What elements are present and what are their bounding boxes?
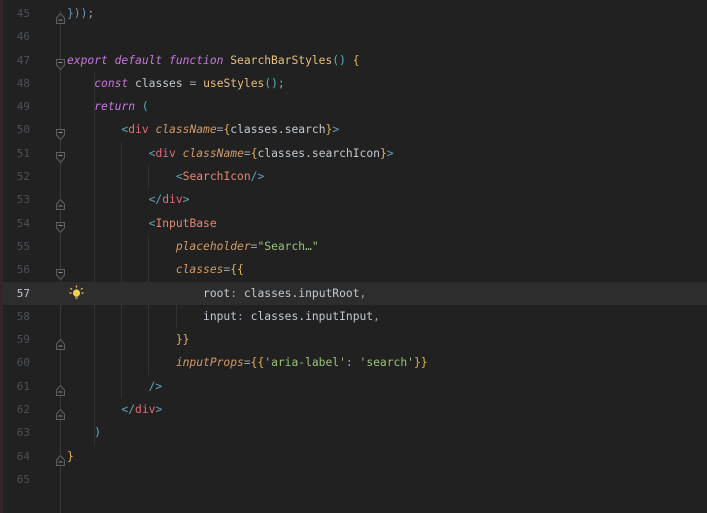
code-text[interactable]: root: classes.inputRoot, <box>67 282 366 305</box>
code-line[interactable]: 63 ) <box>0 421 707 444</box>
code-line[interactable]: 57 root: classes.inputRoot, <box>0 281 707 305</box>
code-text[interactable]: }} <box>67 328 190 351</box>
fold-end-icon[interactable] <box>55 450 66 467</box>
code-editor[interactable]: 45})); 46 47 export default function Search… <box>0 0 707 513</box>
code-line[interactable]: 52 <SearchIcon/> <box>0 165 707 188</box>
code-line[interactable]: 51 <div className={classes.searchIcon}> <box>0 142 707 165</box>
code-text[interactable]: placeholder="Search…" <box>67 235 319 258</box>
fold-expanded-icon[interactable] <box>55 217 66 234</box>
code-line[interactable]: 53 </div> <box>0 188 707 211</box>
code-line[interactable]: 60 inputProps={{'aria-label': 'search'}} <box>0 351 707 374</box>
line-number[interactable]: 59 <box>0 328 30 351</box>
line-number[interactable]: 45 <box>0 2 30 25</box>
line-number[interactable]: 51 <box>0 142 30 165</box>
code-line[interactable]: 49 return ( <box>0 95 707 118</box>
line-number[interactable]: 60 <box>0 351 30 374</box>
code-text[interactable]: export default function SearchBarStyles(… <box>67 49 360 72</box>
left-edge-stripe <box>0 0 3 513</box>
code-line[interactable]: 56 classes={{ <box>0 258 707 281</box>
code-text[interactable]: /> <box>67 375 163 398</box>
code-text[interactable]: <div className={classes.searchIcon}> <box>67 142 394 165</box>
fold-expanded-icon[interactable] <box>55 147 66 164</box>
line-number[interactable]: 61 <box>0 375 30 398</box>
fold-end-icon[interactable] <box>55 334 66 350</box>
line-number[interactable]: 46 <box>0 25 30 48</box>
code-text[interactable]: input: classes.inputInput, <box>67 305 380 328</box>
code-line[interactable]: 59 }} <box>0 328 707 351</box>
line-number[interactable]: 49 <box>0 95 30 118</box>
code-line[interactable]: 45})); <box>0 2 707 25</box>
line-number[interactable]: 52 <box>0 165 30 188</box>
fold-end-icon[interactable] <box>55 194 66 210</box>
code-text[interactable]: <SearchIcon/> <box>67 165 264 188</box>
line-number[interactable]: 57 <box>0 282 30 305</box>
line-number[interactable]: 55 <box>0 235 30 258</box>
fold-end-icon[interactable] <box>55 8 66 24</box>
code-text[interactable]: <div className={classes.search}> <box>67 118 339 141</box>
code-line[interactable]: 50 <div className={classes.search}> <box>0 118 707 141</box>
line-number[interactable]: 58 <box>0 305 30 328</box>
fold-end-icon[interactable] <box>55 380 66 397</box>
code-line[interactable]: 64} <box>0 445 707 468</box>
code-line[interactable]: 48 const classes = useStyles(); <box>0 72 707 95</box>
line-number[interactable]: 64 <box>0 445 30 468</box>
fold-expanded-icon[interactable] <box>55 264 66 281</box>
editor-lines: 45})); 46 47 export default function Search… <box>0 2 707 491</box>
line-number[interactable]: 50 <box>0 118 30 141</box>
code-line[interactable]: 58 input: classes.inputInput, <box>0 305 707 328</box>
code-text[interactable]: })); <box>67 2 94 25</box>
code-line[interactable]: 54 <InputBase <box>0 212 707 235</box>
line-number[interactable]: 53 <box>0 188 30 211</box>
fold-end-icon[interactable] <box>55 404 66 420</box>
code-text[interactable]: <InputBase <box>67 212 217 235</box>
code-line[interactable]: 47 export default function SearchBarStyle… <box>0 49 707 72</box>
line-number[interactable]: 63 <box>0 421 30 444</box>
code-text[interactable]: classes={{ <box>67 258 244 281</box>
line-number[interactable]: 54 <box>0 212 30 235</box>
code-line[interactable]: 46 <box>0 25 707 48</box>
code-line[interactable]: 55 placeholder="Search…" <box>0 235 707 258</box>
code-line[interactable]: 62 </div> <box>0 398 707 421</box>
code-text[interactable]: return ( <box>67 95 148 118</box>
fold-expanded-icon[interactable] <box>55 124 66 141</box>
fold-expanded-icon[interactable] <box>55 54 66 71</box>
code-text[interactable]: } <box>67 445 74 468</box>
code-text[interactable]: inputProps={{'aria-label': 'search'}} <box>67 351 428 374</box>
code-text[interactable]: </div> <box>67 398 162 421</box>
code-text[interactable]: ) <box>67 421 101 444</box>
lightbulb-icon[interactable] <box>68 285 85 302</box>
line-number[interactable]: 65 <box>0 468 30 491</box>
line-number[interactable]: 47 <box>0 49 30 72</box>
code-line[interactable]: 65 <box>0 468 707 491</box>
code-line[interactable]: 61 /> <box>0 375 707 398</box>
line-number[interactable]: 48 <box>0 72 30 95</box>
line-number[interactable]: 62 <box>0 398 30 421</box>
code-text[interactable]: </div> <box>67 188 190 211</box>
code-text[interactable]: const classes = useStyles(); <box>67 72 285 95</box>
line-number[interactable]: 56 <box>0 258 30 281</box>
